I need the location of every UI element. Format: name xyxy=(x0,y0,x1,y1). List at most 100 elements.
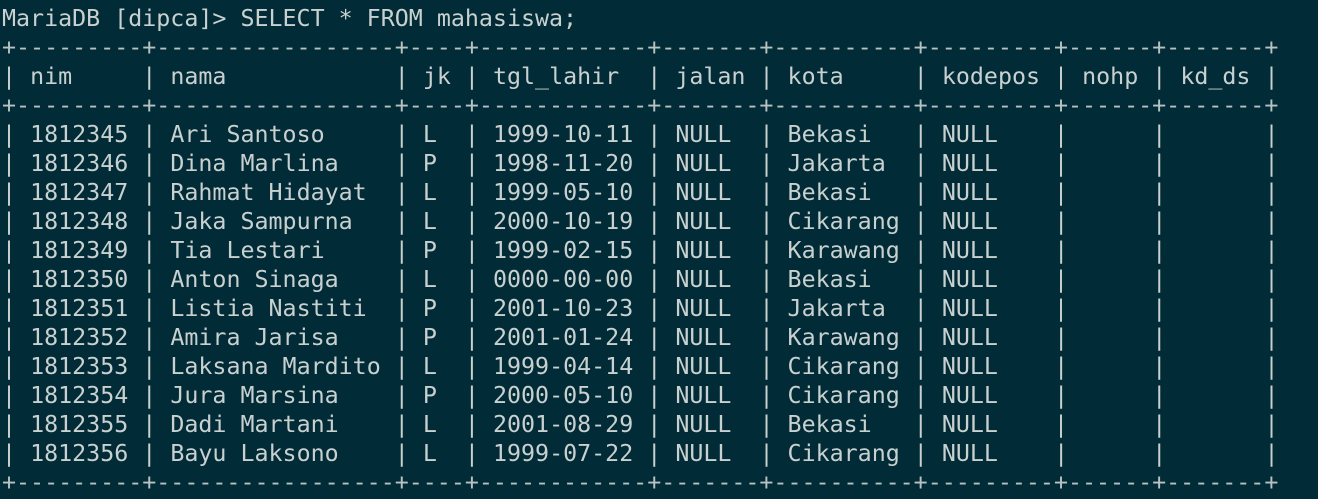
table-cell: Jakarta xyxy=(787,150,886,177)
table-row: | 1812350 | Anton Sinaga | L | 0000-00-0… xyxy=(2,266,1279,293)
table-cell: 1812350 xyxy=(30,266,129,293)
table-cell: L xyxy=(422,411,437,438)
table-cell: 1999-07-22 xyxy=(492,440,634,467)
table-cell: P xyxy=(422,237,437,264)
table-cell: 2000-05-10 xyxy=(492,382,634,409)
table-cell: P xyxy=(422,324,437,351)
table-row: | 1812349 | Tia Lestari | P | 1999-02-15… xyxy=(2,237,1279,264)
table-cell: L xyxy=(422,353,437,380)
column-header: kodepos xyxy=(941,63,1041,90)
terminal-window[interactable]: MariaDB [dipca]> SELECT * FROM mahasiswa… xyxy=(0,0,1318,499)
table-cell: NULL xyxy=(941,295,998,322)
table-cell: NULL xyxy=(941,382,998,409)
table-cell: Dadi Martani xyxy=(170,411,339,438)
table-header-row: | nim | nama | jk | tgl_lahir | jalan | … xyxy=(2,63,1279,90)
table-cell: Listia Nastiti xyxy=(170,295,367,322)
table-row: | 1812354 | Jura Marsina | P | 2000-05-1… xyxy=(2,382,1279,409)
table-cell: Rahmat Hidayat xyxy=(170,179,367,206)
table-row: | 1812346 | Dina Marlina | P | 1998-11-2… xyxy=(2,150,1279,177)
table-cell: Ari Santoso xyxy=(170,121,325,148)
table-border: +---------+-----------------+----+------… xyxy=(2,469,1279,496)
column-header: nohp xyxy=(1082,63,1139,90)
table-cell: 1999-05-10 xyxy=(492,179,634,206)
table-row: | 1812345 | Ari Santoso | L | 1999-10-11… xyxy=(2,121,1279,148)
table-cell: NULL xyxy=(675,411,732,438)
table-cell: 1812349 xyxy=(30,237,129,264)
table-row: | 1812347 | Rahmat Hidayat | L | 1999-05… xyxy=(2,179,1279,206)
table-row: | 1812353 | Laksana Mardito | L | 1999-0… xyxy=(2,353,1279,380)
table-cell: Anton Sinaga xyxy=(170,266,339,293)
table-cell: NULL xyxy=(941,266,998,293)
table-cell: NULL xyxy=(941,324,998,351)
command-line: MariaDB [dipca]> SELECT * FROM mahasiswa… xyxy=(2,4,577,33)
mariadb-prompt: MariaDB [dipca]> xyxy=(2,5,241,32)
column-header: jk xyxy=(422,63,451,90)
table-cell: NULL xyxy=(941,440,998,467)
table-cell: Amira Jarisa xyxy=(170,324,339,351)
table-row: | 1812355 | Dadi Martani | L | 2001-08-2… xyxy=(2,411,1279,438)
table-cell: 1812353 xyxy=(30,353,129,380)
table-cell: NULL xyxy=(941,208,998,235)
table-cell: NULL xyxy=(675,237,732,264)
table-cell: P xyxy=(422,382,437,409)
table-cell: L xyxy=(422,121,437,148)
query-result-table: +---------+-----------------+----+------… xyxy=(2,33,1279,497)
table-row: | 1812351 | Listia Nastiti | P | 2001-10… xyxy=(2,295,1279,322)
table-cell: NULL xyxy=(941,411,998,438)
table-cell: L xyxy=(422,440,437,467)
table-cell: Karawang xyxy=(787,237,900,264)
table-cell: Cikarang xyxy=(787,382,900,409)
table-cell: Jura Marsina xyxy=(170,382,339,409)
table-cell: Bekasi xyxy=(787,411,872,438)
table-cell: NULL xyxy=(941,237,998,264)
table-cell: NULL xyxy=(675,353,732,380)
table-cell: Cikarang xyxy=(787,440,900,467)
table-cell: Bekasi xyxy=(787,121,872,148)
table-cell: 1999-10-11 xyxy=(492,121,634,148)
table-cell: Laksana Mardito xyxy=(170,353,381,380)
table-cell: Bayu Laksono xyxy=(170,440,339,467)
table-cell: Dina Marlina xyxy=(170,150,339,177)
table-cell: NULL xyxy=(941,150,998,177)
table-cell: 1812354 xyxy=(30,382,129,409)
column-header: tgl_lahir xyxy=(492,63,620,90)
table-cell: 1812355 xyxy=(30,411,129,438)
column-header: nim xyxy=(30,63,73,90)
table-cell: Karawang xyxy=(787,324,900,351)
column-header: kd_ds xyxy=(1180,63,1251,90)
table-cell: L xyxy=(422,208,437,235)
table-cell: 1999-02-15 xyxy=(492,237,634,264)
table-border: +---------+-----------------+----+------… xyxy=(2,34,1279,61)
table-cell: 1812347 xyxy=(30,179,129,206)
column-header: jalan xyxy=(675,63,746,90)
sql-command: SELECT * FROM mahasiswa; xyxy=(240,5,578,32)
table-cell: 1812346 xyxy=(30,150,129,177)
table-cell: L xyxy=(422,179,437,206)
table-row: | 1812352 | Amira Jarisa | P | 2001-01-2… xyxy=(2,324,1279,351)
table-cell: NULL xyxy=(941,121,998,148)
table-cell: Bekasi xyxy=(787,266,872,293)
table-cell: 2000-10-19 xyxy=(492,208,634,235)
table-cell: 1812345 xyxy=(30,121,129,148)
table-cell: L xyxy=(422,266,437,293)
table-border: +---------+-----------------+----+------… xyxy=(2,92,1279,119)
table-cell: NULL xyxy=(675,324,732,351)
table-cell: P xyxy=(422,295,437,322)
table-cell: P xyxy=(422,150,437,177)
table-cell: Bekasi xyxy=(787,179,872,206)
table-cell: Cikarang xyxy=(787,353,900,380)
table-cell: 1812351 xyxy=(30,295,129,322)
table-cell: NULL xyxy=(675,208,732,235)
table-cell: NULL xyxy=(675,179,732,206)
column-header: nama xyxy=(170,63,227,90)
table-cell: Cikarang xyxy=(787,208,900,235)
table-cell: NULL xyxy=(941,353,998,380)
table-cell: NULL xyxy=(941,179,998,206)
table-cell: NULL xyxy=(675,295,732,322)
table-row: | 1812356 | Bayu Laksono | L | 1999-07-2… xyxy=(2,440,1279,467)
table-cell: 1812352 xyxy=(30,324,129,351)
table-cell: NULL xyxy=(675,121,732,148)
table-row: | 1812348 | Jaka Sampurna | L | 2000-10-… xyxy=(2,208,1279,235)
table-cell: NULL xyxy=(675,382,732,409)
table-cell: NULL xyxy=(675,440,732,467)
